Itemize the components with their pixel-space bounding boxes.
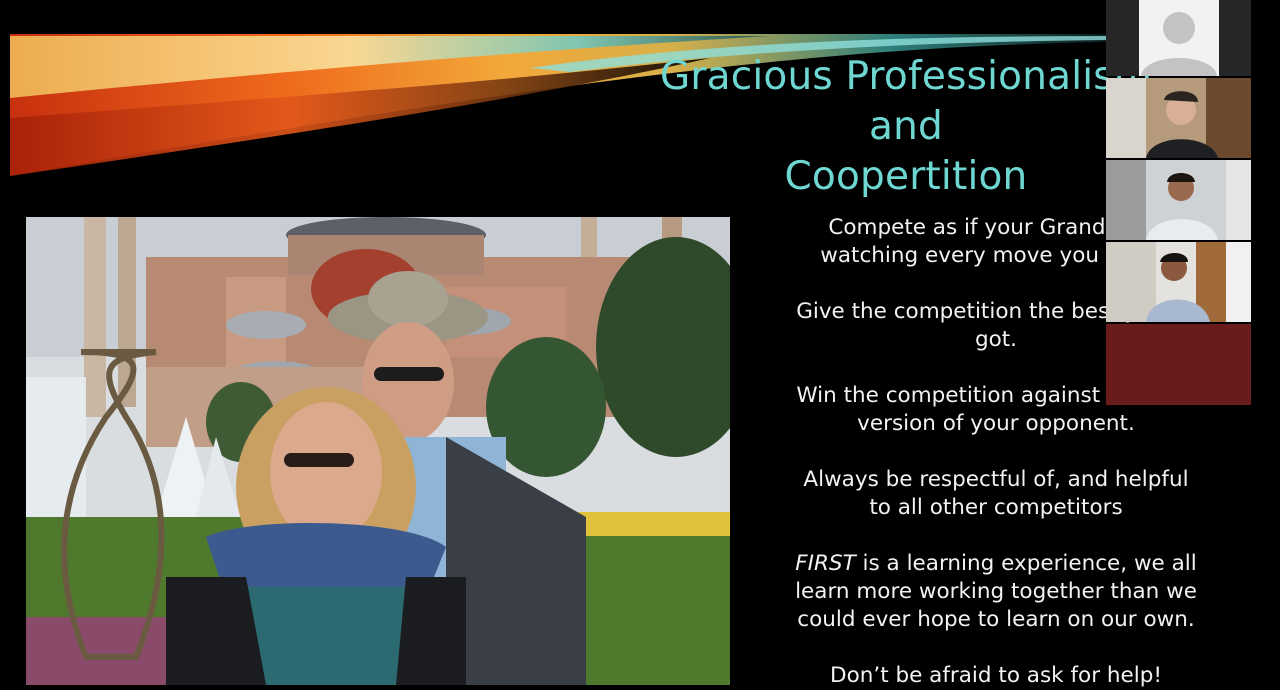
slide-paragraph-6: Don’t be afraid to ask for help! [830,663,1162,688]
shared-slide: Gracious Professionalism and Coopertitio… [0,0,1280,690]
video-tile-empty[interactable] [1106,324,1251,405]
first-emphasis: FIRST [795,551,856,576]
video-tile-participant-2[interactable] [1106,160,1251,240]
video-tile-avatar[interactable] [1106,0,1251,76]
video-tile-participant-3[interactable] [1106,242,1251,322]
slide-paragraph-5-text: is a learning experience, we all learn m… [795,551,1197,632]
slide-paragraph-5: FIRST is a learning experience, we all l… [770,550,1222,634]
video-gallery-panel[interactable] [1106,0,1251,405]
participant-video-3 [1106,242,1251,322]
slide-photo [26,217,730,685]
user-avatar-icon [1106,0,1251,76]
participant-video-2 [1106,160,1251,240]
slide-paragraph-4: Always be respectful of, and helpful to … [803,467,1189,520]
participant-video-1 [1106,78,1251,158]
hagia-sophia-photo-image [26,217,730,685]
video-tile-participant-1[interactable] [1106,78,1251,158]
